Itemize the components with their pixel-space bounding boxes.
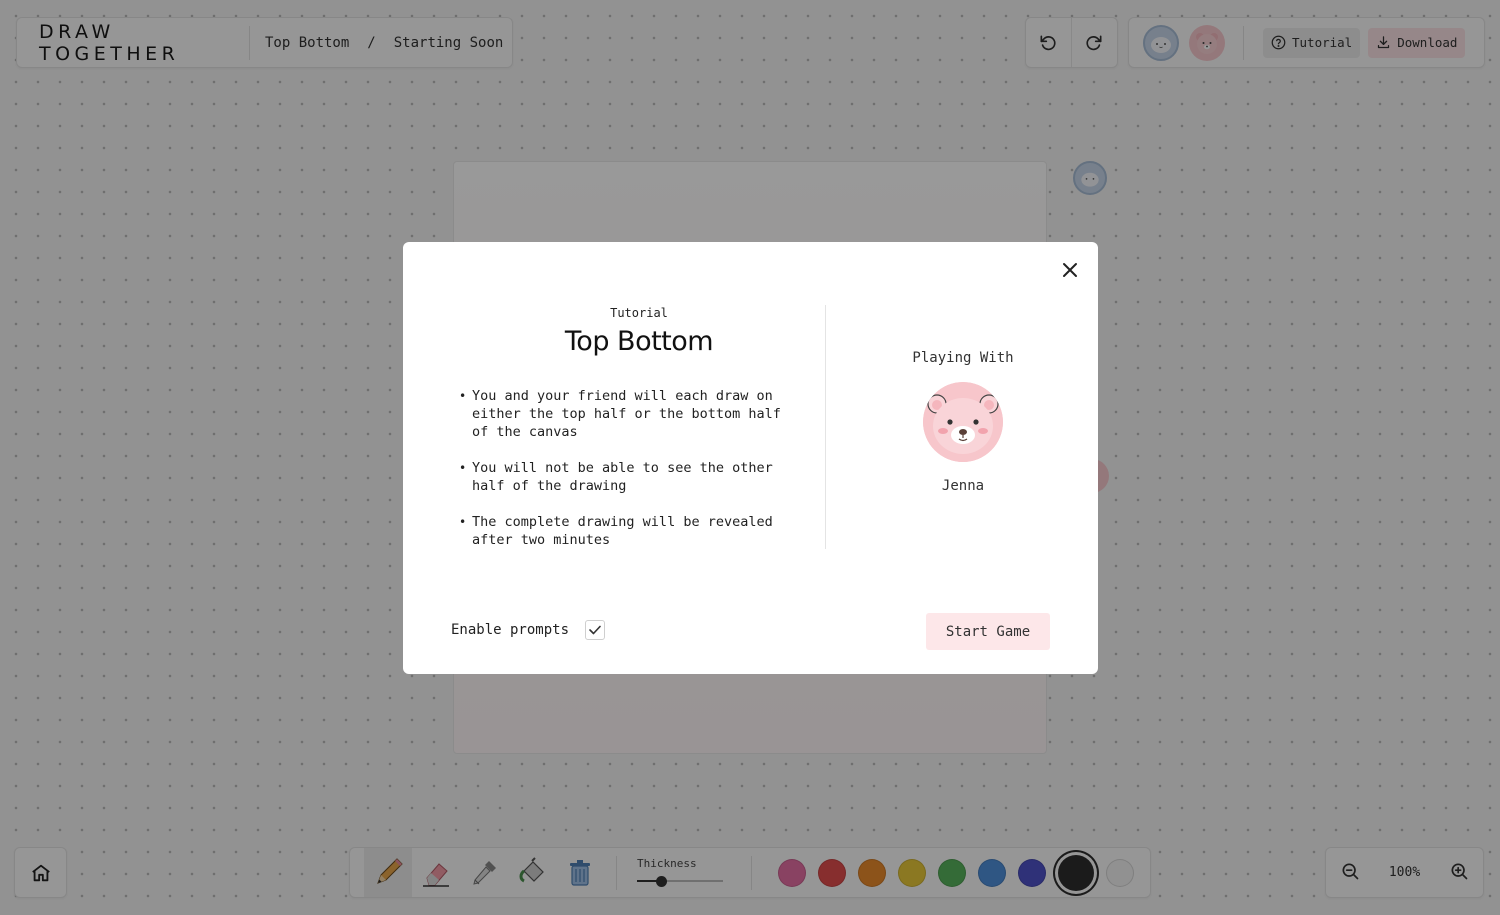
game-title: Top Bottom [564,326,714,357]
tutorial-content: Tutorial Top Bottom You and your friend … [451,306,827,567]
rule-item: You and your friend will each draw on ei… [459,387,799,441]
playing-with-label: Playing With [912,350,1014,366]
rules-list: You and your friend will each draw on ei… [451,387,827,549]
bear-face-icon [923,382,1003,462]
tutorial-modal: Tutorial Top Bottom You and your friend … [403,242,1098,674]
enable-prompts-label: Enable prompts [451,622,570,638]
modal-mini-label: Tutorial [610,306,668,320]
partner-avatar [923,382,1003,462]
rule-item: You will not be able to see the other ha… [459,459,799,495]
rule-item: The complete drawing will be revealed af… [459,513,799,549]
check-icon [589,625,601,635]
close-button[interactable] [1060,260,1080,280]
modal-divider [825,305,826,549]
enable-prompts-checkbox[interactable] [585,620,606,640]
partner-info: Playing With Jenna [883,350,1043,494]
partner-name: Jenna [941,478,985,494]
start-game-button[interactable]: Start Game [926,613,1050,650]
close-icon [1063,263,1077,277]
enable-prompts-row: Enable prompts [451,620,606,640]
